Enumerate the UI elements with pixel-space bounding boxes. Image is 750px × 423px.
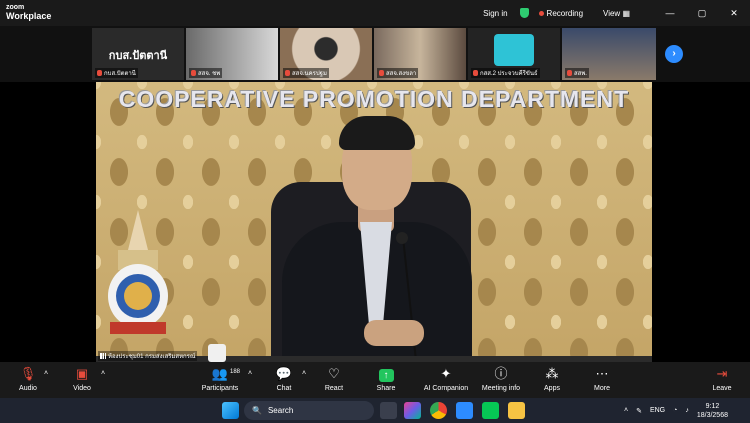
share-screen-icon: ↑ — [378, 369, 394, 382]
input-indicator-icon[interactable]: ✎ — [636, 407, 642, 415]
sign-in-link[interactable]: Sign in — [483, 9, 507, 18]
leave-button[interactable]: ⇥ Leave — [698, 366, 746, 392]
more-label: More — [594, 385, 610, 392]
video-options-caret[interactable]: ˄ — [101, 370, 105, 377]
mic-muted-icon — [379, 70, 384, 76]
participants-label: Participants — [201, 385, 239, 392]
apps-icon: ⁂ — [545, 366, 559, 381]
participant-big-label: กบส.ปัตตานี — [108, 50, 168, 62]
meeting-toolbar: 🎙 Audio ˄ ▣ Video ˄ 👥 Participants 188 ˄… — [0, 362, 750, 398]
language-indicator[interactable]: ENG — [650, 407, 665, 414]
clock[interactable]: 9:12 18/3/2568 — [697, 402, 728, 420]
clock-date: 18/3/2568 — [696, 411, 728, 419]
mic-muted-icon — [567, 70, 572, 76]
participant-tile[interactable]: สสจ.สงขลา — [374, 28, 466, 80]
tray-overflow-icon[interactable]: ˄ — [624, 407, 628, 414]
meeting-info-button[interactable]: ⓘ Meeting info — [476, 366, 526, 392]
taskbar-search[interactable]: 🔍 Search — [244, 401, 374, 420]
shield-icon[interactable] — [519, 8, 529, 18]
video-button[interactable]: ▣ Video — [58, 366, 106, 392]
participant-tile[interactable]: สสจ.นครปฐม — [280, 28, 372, 80]
file-explorer-icon[interactable] — [508, 402, 525, 419]
windows-taskbar: 🔍 Search ˄ ✎ ENG ◔ ♪ 9:12 18/3/2568 — [0, 398, 750, 423]
search-placeholder: Search — [267, 406, 294, 415]
view-button[interactable]: View ▦ — [603, 9, 630, 18]
heart-icon: ♡ — [328, 366, 340, 381]
search-icon: 🔍 — [252, 406, 262, 415]
leave-label: Leave — [712, 385, 732, 392]
copilot-icon[interactable] — [404, 402, 421, 419]
participant-name: สสจ.นครปฐม — [292, 71, 327, 77]
meeting-info-label: Meeting info — [481, 385, 521, 392]
chrome-icon[interactable] — [430, 402, 447, 419]
active-speaker-video: COOPERATIVE PROMOTION DEPARTMENT ห้องประ… — [96, 82, 652, 362]
participant-name: สสพ. — [574, 71, 587, 77]
speaker-hair — [339, 116, 415, 150]
participants-options-caret[interactable]: ˄ — [248, 370, 252, 377]
ai-companion-button[interactable]: ✦ AI Companion — [418, 366, 474, 392]
audio-label: Audio — [19, 385, 37, 392]
start-button[interactable] — [222, 402, 239, 419]
chat-icon: 💬 — [275, 366, 293, 381]
participant-name: สสจ.สงขลา — [386, 71, 417, 77]
info-icon: ⓘ — [494, 366, 508, 381]
participant-tile[interactable]: กสส.2 ประจวบคีรีขันธ์ — [468, 28, 560, 80]
wifi-icon[interactable]: ◔ — [673, 407, 677, 414]
participant-name: กสส.2 ประจวบคีรีขันธ์ — [480, 71, 538, 77]
cup — [208, 344, 226, 362]
system-tray: ˄ ✎ ENG ◔ ♪ 9:12 18/3/2568 — [624, 398, 750, 423]
speaker-name-label: ห้องประชุม01 กรมส่งเสริมสหกรณ์ — [98, 351, 198, 361]
more-icon: ⋯ — [595, 366, 609, 381]
chat-button[interactable]: 💬 Chat — [260, 366, 308, 392]
zoom-logo: zoom Workplace — [6, 4, 52, 21]
react-label: React — [324, 385, 344, 392]
microphone-icon — [396, 232, 408, 244]
participant-name: สสจ. ชพ — [198, 71, 221, 77]
chat-options-caret[interactable]: ˄ — [302, 370, 306, 377]
department-sign: COOPERATIVE PROMOTION DEPARTMENT — [118, 86, 630, 112]
mic-muted-icon — [191, 70, 196, 76]
task-view-icon[interactable] — [380, 402, 397, 419]
react-button[interactable]: ♡ React — [310, 366, 358, 392]
participants-count: 188 — [230, 369, 241, 375]
minimize-button[interactable]: — — [654, 8, 686, 18]
apps-button[interactable]: ⁂ Apps — [528, 366, 576, 392]
ai-companion-label: AI Companion — [423, 385, 469, 392]
participant-tile[interactable]: สสจ. ชพ — [186, 28, 278, 80]
line-icon[interactable] — [482, 402, 499, 419]
video-off-icon: ▣ — [75, 366, 89, 381]
speaker-hands — [364, 320, 424, 346]
audio-options-caret[interactable]: ˄ — [44, 370, 48, 377]
recording-dot-icon — [538, 10, 544, 16]
apps-label: Apps — [544, 385, 560, 392]
participant-tile[interactable]: กบส.ปัตตานี กบส.ปัตตานี — [92, 28, 184, 80]
bird-avatar-icon — [494, 34, 534, 66]
room-name: ห้องประชุม01 กรมส่งเสริมสหกรณ์ — [108, 354, 196, 360]
mic-muted-icon — [285, 70, 290, 76]
share-label: Share — [376, 385, 396, 392]
close-button[interactable]: ✕ — [718, 8, 750, 19]
next-page-button[interactable]: › — [665, 45, 683, 63]
recording-indicator[interactable]: Recording — [547, 9, 583, 18]
title-bar: zoom Workplace Sign in Recording View ▦ … — [0, 0, 750, 26]
zoom-taskbar-icon[interactable] — [456, 402, 473, 419]
mic-muted-icon — [473, 70, 478, 76]
leave-icon: ⇥ — [716, 366, 728, 381]
sparkle-icon: ✦ — [440, 366, 452, 381]
department-emblem-icon — [108, 210, 168, 334]
participant-tile[interactable]: สสพ. — [562, 28, 656, 80]
signal-bars-icon — [100, 353, 106, 359]
maximize-button[interactable]: ▢ — [686, 8, 718, 19]
mic-muted-icon — [97, 70, 102, 76]
volume-icon[interactable]: ♪ — [685, 407, 689, 414]
video-label: Video — [73, 385, 91, 392]
share-button[interactable]: ↑ Share — [362, 366, 410, 392]
more-button[interactable]: ⋯ More — [578, 366, 626, 392]
participant-strip: กบส.ปัตตานี กบส.ปัตตานี สสจ. ชพ สสจ.นครป… — [0, 26, 750, 82]
participant-name: กบส.ปัตตานี — [104, 71, 136, 77]
clock-time: 9:12 — [705, 402, 720, 410]
chat-label: Chat — [276, 385, 292, 392]
